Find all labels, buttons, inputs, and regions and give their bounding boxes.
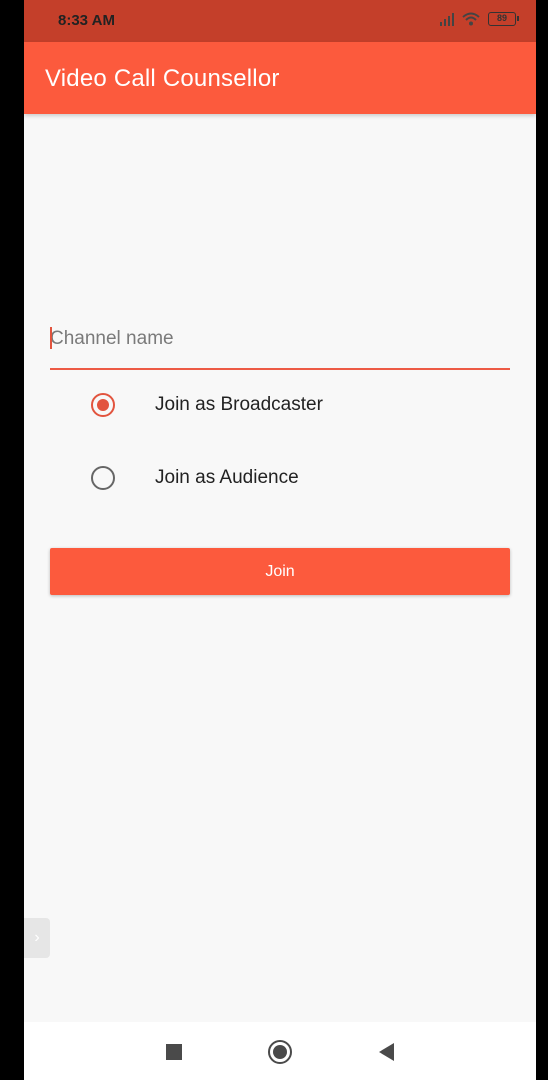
app-title: Video Call Counsellor: [45, 65, 280, 92]
home-button[interactable]: [268, 1040, 292, 1064]
recents-button[interactable]: [162, 1040, 186, 1064]
status-icons: 89: [440, 12, 519, 26]
chevron-right-icon: ›: [34, 929, 40, 946]
battery-icon: 89: [488, 12, 519, 26]
recents-icon: [166, 1044, 182, 1060]
text-cursor: [50, 327, 52, 349]
edge-panel-handle[interactable]: ›: [24, 918, 50, 958]
radio-unselected-icon[interactable]: [91, 466, 115, 490]
status-bar: 8:33 AM 89: [24, 0, 536, 42]
channel-name-input[interactable]: [50, 322, 510, 356]
channel-name-field[interactable]: [50, 318, 510, 370]
phone-screen: 8:33 AM 89 Video Call Counsellor Join as…: [24, 0, 536, 1080]
role-option-audience[interactable]: Join as Audience: [50, 450, 510, 506]
radio-selected-icon[interactable]: [91, 393, 115, 417]
app-bar: Video Call Counsellor: [24, 42, 536, 114]
status-time: 8:33 AM: [58, 12, 115, 29]
home-icon: [268, 1040, 292, 1064]
system-nav-bar: [24, 1022, 536, 1080]
role-option-broadcaster[interactable]: Join as Broadcaster: [50, 377, 510, 433]
role-option-label: Join as Audience: [155, 467, 299, 488]
join-button[interactable]: Join: [50, 548, 510, 595]
wifi-icon: [462, 12, 480, 26]
back-icon: [378, 1043, 394, 1061]
signal-icon: [440, 12, 454, 26]
radio-dot: [97, 399, 109, 411]
back-button[interactable]: [374, 1040, 398, 1064]
role-option-label: Join as Broadcaster: [155, 394, 323, 415]
